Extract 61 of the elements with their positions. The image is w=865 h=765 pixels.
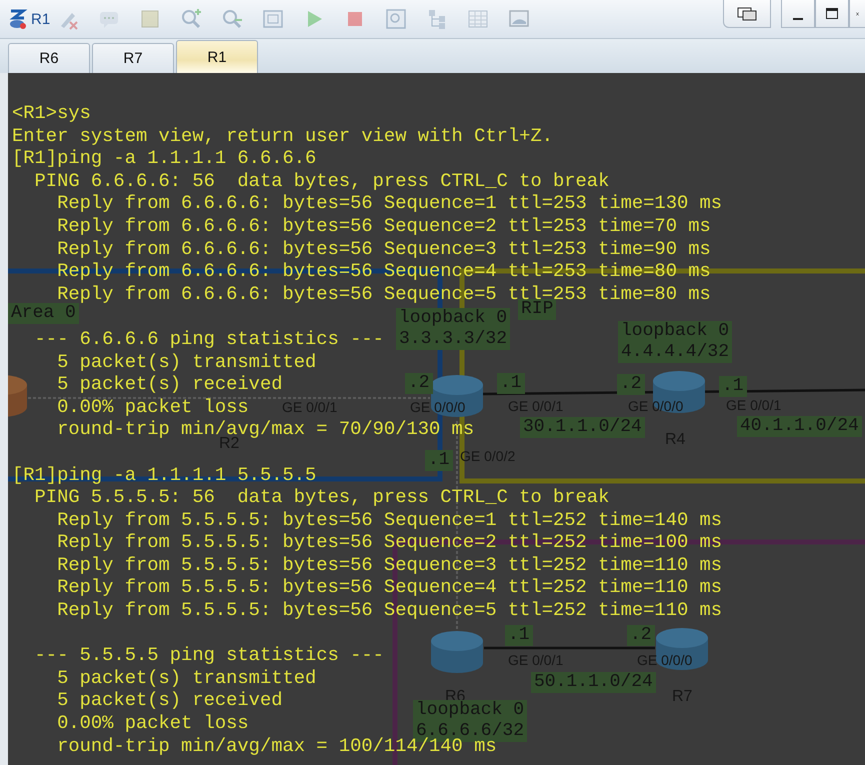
maximize-icon [825,6,839,20]
terminal-line: Reply from 5.5.5.5: bytes=56 Sequence=3 ttl=252 time=110 ms [56,554,722,576]
restore-icon [736,6,758,22]
window-title: R1 [31,10,52,28]
terminal-line: 5 packet(s) transmitted [56,666,316,690]
terminal-line: Reply from 6.6.6.6: bytes=56 Sequence=3 ttl=253 time=90 ms [56,238,711,260]
tree-icon[interactable] [426,8,448,30]
terminal-line: 0.00% packet loss [56,396,249,418]
terminal-line: PING 5.5.5.5: 56 data bytes, press CTRL_C to break [34,486,610,509]
terminal-line: Reply from 5.5.5.5: bytes=56 Sequence=1 ttl=252 time=140 ms [56,508,722,532]
terminal-line: 5 packet(s) received [56,373,282,396]
network-label: .2 [617,374,645,395]
terminal-line: Reply from 5.5.5.5: bytes=56 Sequence=5 ttl=252 time=110 ms [56,599,722,622]
tab[interactable]: R7 [92,43,174,73]
terminal-line: [R1]ping -a 1.1.1.1 5.5.5.5 [12,464,316,486]
restore-button[interactable] [723,0,771,28]
network-label: 40.1.1.0/24 [737,416,862,437]
minimize-button[interactable] [781,0,815,28]
network-label: loopback 0 3.3.3.3/32 [396,308,510,350]
zoom-out-icon[interactable] [221,8,243,30]
router-icon[interactable] [655,626,709,672]
network-label: .1 [719,376,747,397]
zoom-in-icon[interactable] [180,8,202,30]
terminal-line: 0.00% packet loss [56,712,249,735]
tab[interactable]: R6 [8,43,90,73]
terminal-line: <R1>sys [12,102,91,125]
network-label: Area 0 [8,303,79,324]
terminal-line: [R1]ping -a 1.1.1.1 6.6.6.6 [12,147,316,170]
terminal-line: Reply from 6.6.6.6: bytes=56 Sequence=4 ttl=253 time=80 ms [56,260,711,283]
tab[interactable]: R1 [176,40,258,73]
router-icon[interactable] [8,373,30,419]
network-label: .1 [497,373,525,394]
terminal-line: Reply from 6.6.6.6: bytes=56 Sequence=1 ttl=253 time=130 ms [56,192,722,215]
grid-icon[interactable] [467,8,489,30]
maximize-button[interactable] [815,0,849,28]
terminal-line: 5 packet(s) transmitted [56,350,316,374]
network-label: .2 [405,373,433,394]
minimize-icon [793,18,803,20]
network-label: .1 [425,450,453,471]
preview-icon[interactable] [385,8,407,30]
router-icon[interactable] [430,629,484,675]
terminal-line: PING 6.6.6.6: 56 data bytes, press CTRL_C to break [34,170,610,192]
port-label: GE 0/0/0 [637,652,692,668]
network-label: .1 [505,625,533,646]
square-icon[interactable] [139,8,161,30]
terminal-line: Reply from 5.5.5.5: bytes=56 Sequence=4 ttl=252 time=110 ms [56,576,722,600]
terminal-line: round-trip min/avg/max = 70/90/130 ms [56,418,474,440]
terminal-line: Reply from 6.6.6.6: bytes=56 Sequence=2 ttl=253 time=70 ms [56,214,711,238]
fit-icon[interactable] [262,8,284,30]
terminal-line: --- 5.5.5.5 ping statistics --- [34,644,384,667]
network-label: loopback 0 4.4.4.4/32 [618,321,732,363]
terminal-line: Enter system view, return user view with Ctrl+Z. [12,124,553,148]
network-label: .2 [627,625,655,646]
terminal-line: Reply from 5.5.5.5: bytes=56 Sequence=2 ttl=252 time=100 ms [56,531,722,554]
terminal-line: --- 6.6.6.6 ping statistics --- [34,328,384,351]
network-label: 50.1.1.0/24 [531,672,656,693]
network-label: 30.1.1.0/24 [520,417,645,438]
app-icon [8,8,28,30]
router-icon[interactable] [430,373,484,419]
image-icon[interactable] [508,8,530,30]
terminal-line: 5 packet(s) received [56,689,282,712]
